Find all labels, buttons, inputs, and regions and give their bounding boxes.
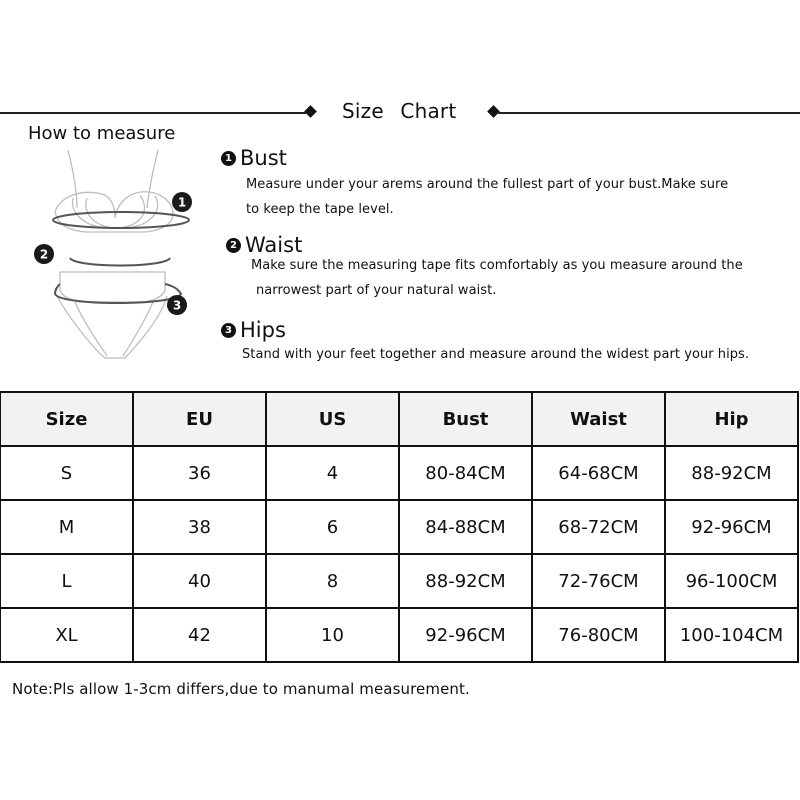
cell-eu: 36 <box>132 445 267 501</box>
svg-text:1: 1 <box>178 196 186 210</box>
bust-description-line: Measure under your arems around the full… <box>246 177 729 192</box>
header-eu: EU <box>132 391 267 447</box>
marker-1-icon: 1 <box>172 192 192 212</box>
title-rule-right <box>498 112 800 114</box>
hips-heading: Hips <box>240 318 286 342</box>
size-table: Size EU US Bust Waist Hip S 36 4 80-84CM… <box>0 391 799 663</box>
cell-size: L <box>0 553 134 609</box>
cell-bust: 84-88CM <box>398 499 533 555</box>
cell-hip: 100-104CM <box>664 607 799 663</box>
svg-text:2: 2 <box>40 248 48 262</box>
hips-description-line: Stand with your feet together and measur… <box>242 347 750 362</box>
waist-description: Make sure the measuring tape fits comfor… <box>251 253 743 303</box>
waist-instruction: 2 Waist Make sure the measuring tape fit… <box>226 233 743 303</box>
number-3-icon: 3 <box>221 322 236 338</box>
cell-eu: 42 <box>132 607 267 663</box>
bust-heading: Bust <box>240 146 287 170</box>
diamond-icon <box>304 105 317 118</box>
table-row: XL 42 10 92-96CM 76-80CM 100-104CM <box>0 607 799 663</box>
marker-3-icon: 3 <box>167 295 187 315</box>
measurement-note: Note:Pls allow 1-3cm differs,due to manu… <box>12 680 470 698</box>
cell-eu: 40 <box>132 553 267 609</box>
bust-description-line: to keep the tape level. <box>246 202 394 217</box>
header-hip: Hip <box>664 391 799 447</box>
header-bust: Bust <box>398 391 533 447</box>
cell-size: M <box>0 499 134 555</box>
cell-us: 6 <box>265 499 400 555</box>
cell-size: S <box>0 445 134 501</box>
bust-instruction: 1 Bust Measure under your arems around t… <box>221 146 728 222</box>
header-waist: Waist <box>531 391 666 447</box>
cell-waist: 72-76CM <box>531 553 666 609</box>
waist-description-line: Make sure the measuring tape fits comfor… <box>251 258 743 273</box>
table-row: M 38 6 84-88CM 68-72CM 92-96CM <box>0 499 799 555</box>
title-rule-left <box>0 112 306 114</box>
cell-size: XL <box>0 607 134 663</box>
cell-hip: 88-92CM <box>664 445 799 501</box>
number-2-icon: 2 <box>226 237 241 253</box>
number-1-icon: 1 <box>221 150 236 166</box>
page-title: Size Chart <box>342 99 457 123</box>
header-size: Size <box>0 391 134 447</box>
cell-bust: 80-84CM <box>398 445 533 501</box>
cell-bust: 92-96CM <box>398 607 533 663</box>
hips-instruction: 3 Hips Stand with your feet together and… <box>221 318 749 367</box>
bikini-measure-illustration: 1 2 3 <box>34 150 192 359</box>
cell-us: 4 <box>265 445 400 501</box>
cell-hip: 96-100CM <box>664 553 799 609</box>
cell-waist: 64-68CM <box>531 445 666 501</box>
table-row: L 40 8 88-92CM 72-76CM 96-100CM <box>0 553 799 609</box>
bust-description: Measure under your arems around the full… <box>246 172 728 222</box>
hips-description: Stand with your feet together and measur… <box>242 342 749 367</box>
marker-2-icon: 2 <box>34 244 54 264</box>
table-header-row: Size EU US Bust Waist Hip <box>0 391 799 447</box>
cell-us: 10 <box>265 607 400 663</box>
waist-description-line: narrowest part of your natural waist. <box>256 283 497 298</box>
cell-waist: 76-80CM <box>531 607 666 663</box>
cell-waist: 68-72CM <box>531 499 666 555</box>
table-row: S 36 4 80-84CM 64-68CM 88-92CM <box>0 445 799 501</box>
cell-bust: 88-92CM <box>398 553 533 609</box>
cell-eu: 38 <box>132 499 267 555</box>
how-to-measure-heading: How to measure <box>28 123 176 144</box>
svg-text:3: 3 <box>173 299 181 313</box>
cell-hip: 92-96CM <box>664 499 799 555</box>
header-us: US <box>265 391 400 447</box>
cell-us: 8 <box>265 553 400 609</box>
